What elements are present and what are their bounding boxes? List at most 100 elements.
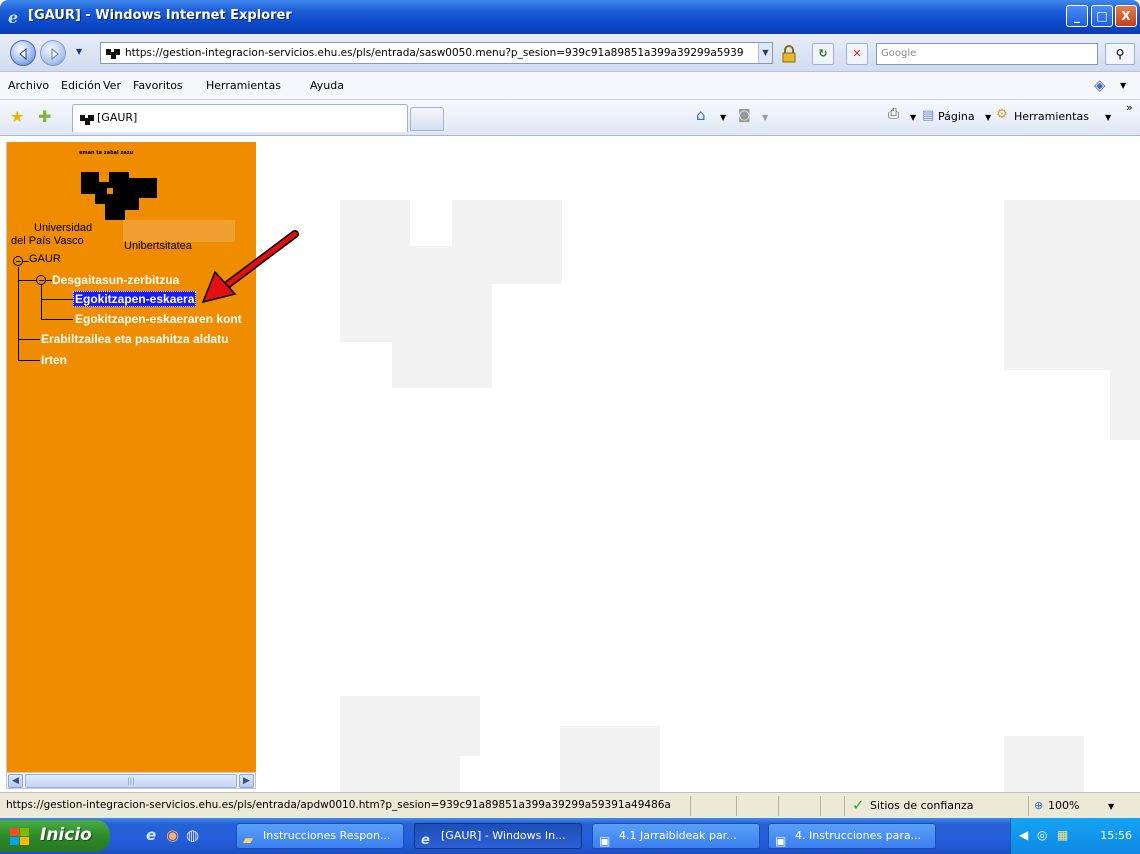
- address-input[interactable]: https://gestion-integracion-servicios.eh…: [100, 42, 773, 64]
- tree-item-egokitzapen-eskaera[interactable]: Egokitzapen-eskaera: [73, 291, 197, 307]
- feeds-dropdown-icon[interactable]: ▼: [762, 113, 768, 122]
- quicklaunch-ie-icon[interactable]: e: [146, 826, 164, 844]
- ehu-favicon-icon: [80, 115, 94, 125]
- start-label: Inicio: [40, 825, 92, 845]
- page-dropdown-icon[interactable]: ▼: [985, 113, 991, 122]
- new-tab-button[interactable]: [410, 107, 444, 131]
- tree-line: [41, 299, 73, 300]
- menu-archivo[interactable]: Archivo: [8, 79, 49, 92]
- print-dropdown-icon[interactable]: ▼: [910, 113, 916, 122]
- search-button[interactable]: ⚲: [1105, 43, 1135, 65]
- tree-item-eskaeraren-kontsulta[interactable]: Egokitzapen-eskaeraren kont: [75, 312, 242, 326]
- tree-root-gaur[interactable]: GAUR: [29, 253, 61, 265]
- flag-dropdown-icon[interactable]: ▼: [1120, 81, 1126, 90]
- page-menu[interactable]: Página: [938, 110, 975, 123]
- tray-app-icon[interactable]: ▦: [1057, 828, 1068, 842]
- tab-bar: ★ ✚ [GAUR] ⌂ ▼ ◙ ▼ ⎙ ▼ ▤ Página ▼ ⚙ Herr…: [0, 100, 1140, 136]
- favorites-star-icon[interactable]: ★: [10, 107, 24, 126]
- university-name-eu: Unibertsitatea: [124, 240, 192, 252]
- scroll-thumb[interactable]: |||: [25, 774, 237, 788]
- left-frame-horizontal-scrollbar[interactable]: ◀ ||| ▶: [6, 772, 256, 789]
- tree-group-desgaitasun[interactable]: Desgaitasun-zerbitzua: [52, 273, 179, 287]
- tab-label: [GAUR]: [97, 111, 138, 124]
- forward-button[interactable]: [40, 40, 66, 66]
- ie-logo-icon: e: [8, 8, 18, 26]
- refresh-icon: ↻: [818, 47, 828, 60]
- zoom-dropdown-icon[interactable]: ▼: [1108, 802, 1114, 811]
- address-dropdown-icon[interactable]: ▼: [758, 43, 772, 63]
- windows-flag-icon[interactable]: ◈: [1094, 76, 1106, 94]
- system-tray: ◀ ◎ ▦ 15:56: [1010, 818, 1140, 854]
- collapse-group-icon[interactable]: [36, 275, 46, 285]
- status-separator: [690, 796, 691, 816]
- search-input[interactable]: Google: [876, 43, 1098, 65]
- add-favorite-icon[interactable]: ✚: [38, 107, 51, 126]
- tray-clock[interactable]: 15:56: [1100, 829, 1132, 842]
- refresh-button[interactable]: ↻: [812, 43, 834, 65]
- task-gaur-ie[interactable]: e [GAUR] - Windows In...: [414, 823, 582, 849]
- status-bar: https://gestion-integracion-servicios.eh…: [0, 792, 1140, 818]
- menu-bar: Archivo Edición Ver Favoritos Herramient…: [0, 72, 1140, 100]
- stop-icon: ✕: [852, 47, 862, 60]
- task-jarraibideak[interactable]: ▣ 4.1 Jarraibideak par...: [592, 823, 760, 849]
- zoom-icon: ⊕: [1034, 799, 1044, 812]
- red-arrow-annotation: [201, 230, 299, 304]
- tools-gear-icon: ⚙: [996, 107, 1008, 122]
- address-text: https://gestion-integracion-servicios.eh…: [125, 47, 744, 59]
- back-button[interactable]: [10, 40, 36, 66]
- status-separator: [736, 796, 737, 816]
- tools-menu[interactable]: Herramientas: [1014, 110, 1089, 123]
- collapse-root-icon[interactable]: [13, 256, 23, 266]
- minimize-button[interactable]: _: [1066, 5, 1088, 27]
- search-placeholder: Google: [881, 48, 917, 59]
- menu-ayuda[interactable]: Ayuda: [310, 79, 344, 92]
- start-button[interactable]: Inicio: [0, 820, 110, 852]
- task-label: 4.1 Jarraibideak par...: [619, 829, 737, 842]
- tray-network-icon[interactable]: ◎: [1037, 828, 1047, 842]
- forward-arrow-icon: [51, 47, 59, 61]
- tree-item-erabiltzailea-aldatu[interactable]: Erabiltzailea eta pasahitza aldatu: [41, 332, 228, 346]
- zoom-level[interactable]: 100%: [1048, 799, 1079, 812]
- title-bar: e [GAUR] - Windows Internet Explorer _ □…: [0, 0, 1140, 34]
- tab-gaur[interactable]: [GAUR]: [72, 104, 408, 132]
- word-document-icon: ▣: [775, 834, 787, 848]
- task-label: Instrucciones Respon...: [263, 829, 391, 842]
- scroll-right-arrow-icon[interactable]: ▶: [239, 774, 254, 788]
- history-dropdown-icon[interactable]: ▼: [76, 47, 82, 56]
- quicklaunch-app-icon[interactable]: ◍: [186, 826, 204, 844]
- address-toolbar: ▼ https://gestion-integracion-servicios.…: [0, 34, 1140, 72]
- ehu-favicon-icon: [106, 49, 120, 59]
- university-name-es-2: del País Vasco: [11, 235, 84, 247]
- word-document-icon: ▣: [599, 834, 611, 848]
- menu-herramientas[interactable]: Herramientas: [206, 79, 281, 92]
- folder-icon: ▰: [243, 833, 253, 848]
- task-label: 4. Instrucciones para...: [795, 829, 922, 842]
- tools-dropdown-icon[interactable]: ▼: [1105, 113, 1111, 122]
- more-commands-icon[interactable]: »: [1126, 101, 1133, 114]
- tree-item-irten[interactable]: Irten: [41, 353, 67, 367]
- ie-icon: e: [421, 833, 430, 848]
- close-button[interactable]: X: [1115, 5, 1137, 27]
- logo-motto: eman ta zabal zazu: [79, 150, 134, 156]
- home-icon[interactable]: ⌂: [696, 106, 706, 124]
- task-instrucciones-para[interactable]: ▣ 4. Instrucciones para...: [768, 823, 936, 849]
- stop-button[interactable]: ✕: [846, 43, 868, 65]
- maximize-button[interactable]: □: [1091, 5, 1113, 27]
- security-zone[interactable]: Sitios de confianza: [870, 799, 974, 812]
- search-icon: ⚲: [1115, 47, 1125, 61]
- home-dropdown-icon[interactable]: ▼: [720, 113, 726, 122]
- tray-expand-icon[interactable]: ◀: [1019, 828, 1028, 842]
- feeds-icon[interactable]: ◙: [738, 108, 751, 123]
- windows-logo-icon: [10, 828, 29, 845]
- quicklaunch-firefox-icon[interactable]: ◉: [166, 826, 184, 844]
- status-separator: [1028, 796, 1029, 816]
- task-instrucciones[interactable]: ▰ Instrucciones Respon...: [236, 823, 404, 849]
- scroll-left-arrow-icon[interactable]: ◀: [8, 774, 23, 788]
- menu-edicion[interactable]: Edición: [61, 79, 101, 92]
- window-title: [GAUR] - Windows Internet Explorer: [28, 8, 292, 23]
- status-separator: [844, 796, 845, 816]
- print-icon[interactable]: ⎙: [888, 106, 899, 122]
- lock-icon[interactable]: [779, 45, 799, 63]
- menu-ver[interactable]: Ver: [103, 79, 121, 92]
- menu-favoritos[interactable]: Favoritos: [133, 79, 183, 92]
